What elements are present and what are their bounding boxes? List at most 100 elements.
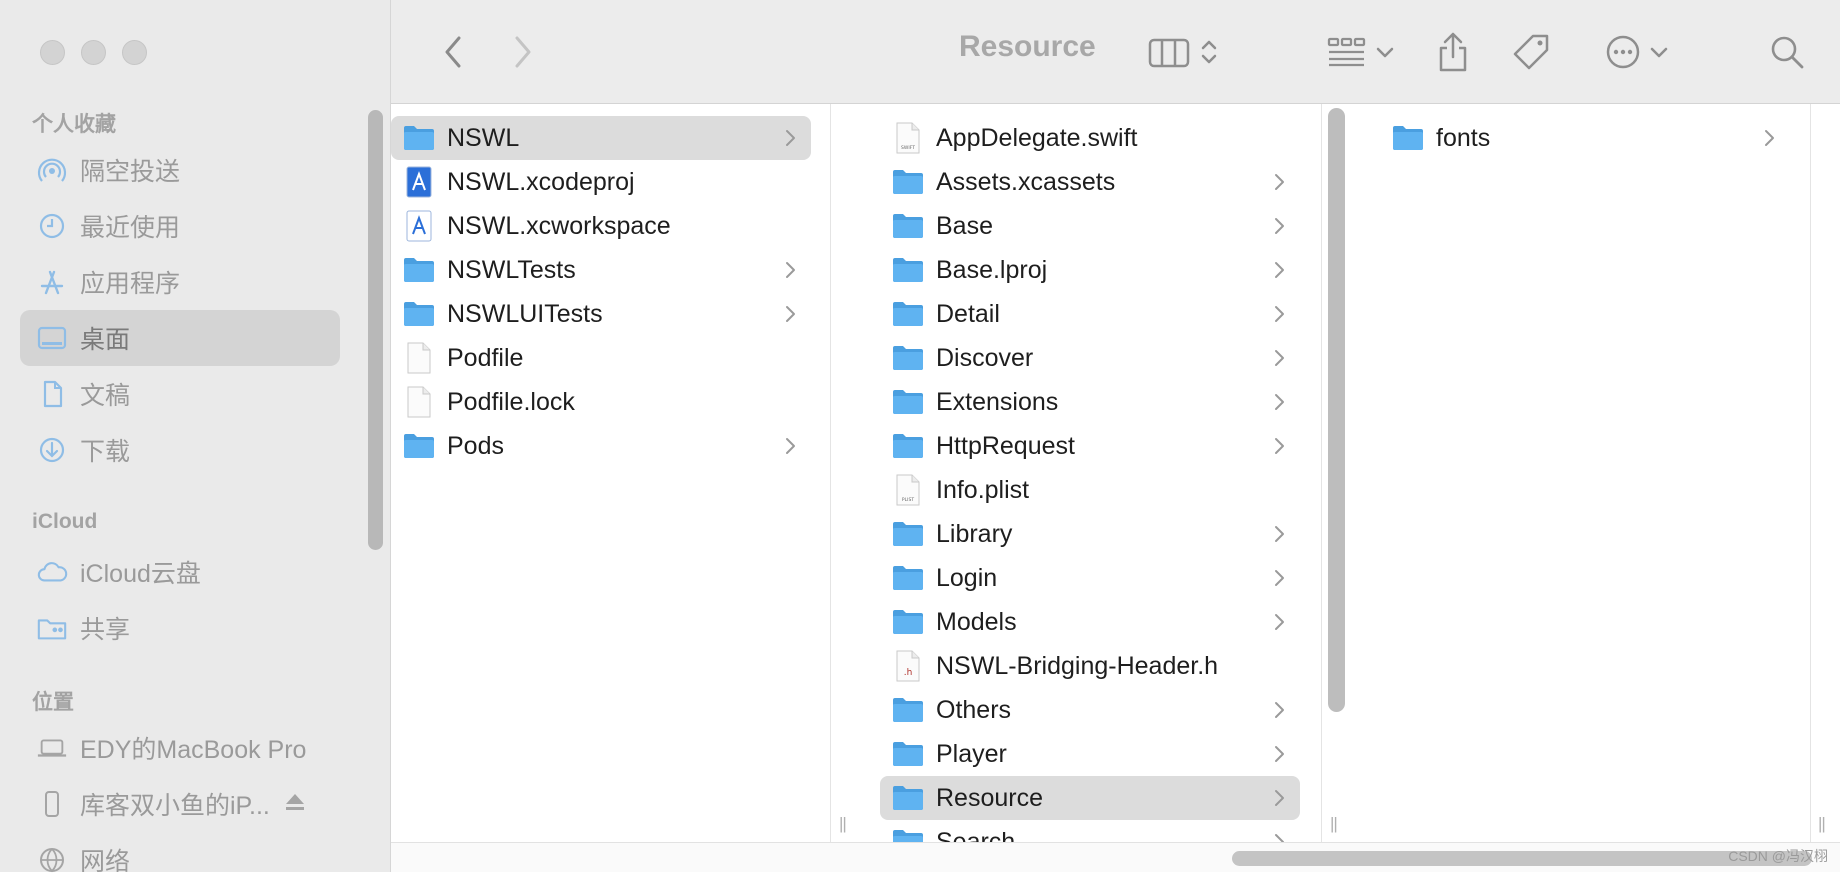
sidebar-item[interactable]: 桌面 xyxy=(20,310,340,366)
item-name: Others xyxy=(936,695,1012,724)
zoom-button[interactable] xyxy=(122,40,147,65)
folder-item[interactable]: Player xyxy=(880,732,1300,776)
item-name: Resource xyxy=(936,783,1043,812)
folder-icon xyxy=(893,830,923,842)
folder-item[interactable]: Search xyxy=(880,820,1300,842)
file-item[interactable]: Podfile.lock xyxy=(391,380,811,424)
chevron-right-icon xyxy=(1275,834,1284,842)
file-item[interactable]: NSWL.xcworkspace xyxy=(391,204,811,248)
chevron-right-icon xyxy=(515,36,531,68)
folder-item[interactable]: Login xyxy=(880,556,1300,600)
document-icon xyxy=(36,378,68,410)
item-icon: PLIST xyxy=(892,474,924,506)
download-icon xyxy=(36,434,68,466)
item-name: NSWLTests xyxy=(447,255,576,284)
more-actions-button[interactable] xyxy=(1597,28,1677,76)
folder-icon xyxy=(1393,126,1423,150)
folder-item[interactable]: Assets.xcassets xyxy=(880,160,1300,204)
folder-item[interactable]: Pods xyxy=(391,424,811,468)
sidebar-item[interactable]: 网络 xyxy=(20,832,340,888)
chevron-right-icon xyxy=(786,306,795,322)
item-icon xyxy=(892,739,924,769)
horizontal-scrollbar[interactable] xyxy=(1232,851,1812,866)
folder-icon xyxy=(893,566,923,590)
sidebar-scrollbar[interactable] xyxy=(368,110,383,550)
close-button[interactable] xyxy=(40,40,65,65)
item-icon xyxy=(403,342,435,374)
folder-item[interactable]: Models xyxy=(880,600,1300,644)
item-icon xyxy=(403,255,435,285)
item-name: Search xyxy=(936,827,1016,843)
xcworkspace-icon xyxy=(406,210,432,242)
item-name: Base xyxy=(936,211,993,240)
file-item[interactable]: NSWL.xcodeproj xyxy=(391,160,811,204)
sidebar-item[interactable]: 文稿 xyxy=(20,366,340,422)
file-item[interactable]: Podfile xyxy=(391,336,811,380)
column-resize-handle[interactable]: || xyxy=(839,814,847,834)
eject-icon[interactable] xyxy=(284,792,306,817)
item-name: Base.lproj xyxy=(936,255,1048,284)
folder-item[interactable]: NSWLUITests xyxy=(391,292,811,336)
folder-icon xyxy=(893,214,923,238)
item-icon xyxy=(403,210,435,242)
sidebar-item[interactable]: 库客双小鱼的iP... xyxy=(20,776,340,832)
window-controls xyxy=(40,40,147,65)
chevron-right-icon xyxy=(786,130,795,146)
folder-item[interactable]: Library xyxy=(880,512,1300,556)
sidebar-item[interactable]: 最近使用 xyxy=(20,198,340,254)
item-name: NSWL.xcodeproj xyxy=(447,167,635,196)
folder-item[interactable]: Extensions xyxy=(880,380,1300,424)
sidebar-item[interactable]: iCloud云盘 xyxy=(20,544,340,600)
folder-icon xyxy=(893,742,923,766)
sidebar-item[interactable]: 应用程序 xyxy=(20,254,340,310)
laptop-icon xyxy=(36,732,68,764)
sidebar: 个人收藏 隔空投送 最近使用 应用程序 桌面 文稿 下载 iCloud iCloud云盘 共享 位置… xyxy=(0,0,391,876)
folder-item[interactable]: fonts xyxy=(1380,116,1790,160)
folder-icon xyxy=(893,390,923,414)
column-resize-handle[interactable]: || xyxy=(1818,814,1826,834)
sidebar-item[interactable]: 隔空投送 xyxy=(20,142,340,198)
window-title: Resource xyxy=(959,30,1096,63)
item-name: Discover xyxy=(936,343,1034,372)
column-resize-handle[interactable]: || xyxy=(1330,814,1338,834)
view-mode-button[interactable] xyxy=(1139,28,1229,76)
file-item[interactable]: SWIFT AppDelegate.swift xyxy=(880,116,1300,160)
folder-item[interactable]: Resource xyxy=(880,776,1300,820)
group-button[interactable] xyxy=(1321,28,1401,76)
item-name: Assets.xcassets xyxy=(936,167,1116,196)
back-button[interactable] xyxy=(433,28,473,76)
column-2-scrollbar[interactable] xyxy=(1328,108,1345,712)
search-button[interactable] xyxy=(1765,28,1809,76)
folder-item[interactable]: Detail xyxy=(880,292,1300,336)
item-name: Info.plist xyxy=(936,475,1030,504)
chevron-down-icon xyxy=(1376,47,1394,58)
folder-icon xyxy=(893,170,923,194)
sidebar-item[interactable]: EDY的MacBook Pro xyxy=(20,720,340,776)
sidebar-item-label: 文稿 xyxy=(80,382,131,410)
folder-item[interactable]: Others xyxy=(880,688,1300,732)
file-item[interactable]: PLIST Info.plist xyxy=(880,468,1300,512)
sidebar-item[interactable]: 共享 xyxy=(20,600,340,656)
item-icon xyxy=(892,783,924,813)
folder-item[interactable]: NSWL xyxy=(391,116,811,160)
folder-item[interactable]: Base xyxy=(880,204,1300,248)
tag-button[interactable] xyxy=(1509,28,1553,76)
item-icon xyxy=(403,166,435,198)
share-button[interactable] xyxy=(1431,28,1475,76)
sidebar-section-heading: 位置 xyxy=(32,691,74,714)
item-name: NSWL-Bridging-Header.h xyxy=(936,651,1219,680)
folder-item[interactable]: Base.lproj xyxy=(880,248,1300,292)
folder-icon xyxy=(893,610,923,634)
minimize-button[interactable] xyxy=(81,40,106,65)
file-item[interactable]: .h NSWL-Bridging-Header.h xyxy=(880,644,1300,688)
folder-item[interactable]: NSWLTests xyxy=(391,248,811,292)
sidebar-item[interactable]: 下载 xyxy=(20,422,340,478)
more-icon xyxy=(1606,35,1640,69)
item-name: NSWLUITests xyxy=(447,299,603,328)
item-name: Extensions xyxy=(936,387,1059,416)
folder-item[interactable]: Discover xyxy=(880,336,1300,380)
folder-item[interactable]: HttpRequest xyxy=(880,424,1300,468)
chevron-right-icon xyxy=(1275,526,1284,542)
share-icon xyxy=(1439,32,1467,72)
forward-button[interactable] xyxy=(503,28,543,76)
